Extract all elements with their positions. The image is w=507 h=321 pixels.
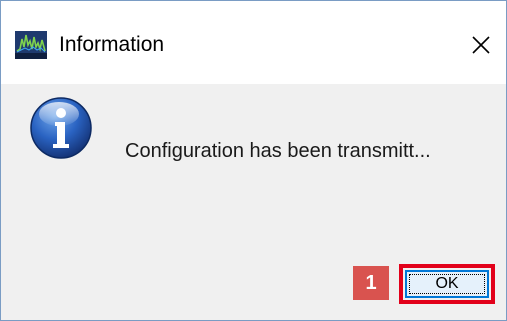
close-icon bbox=[472, 36, 490, 54]
ok-button-label: OK bbox=[435, 275, 459, 292]
dialog-body: Configuration has been transmitt... 1 OK bbox=[1, 84, 506, 320]
ok-button[interactable]: OK bbox=[405, 270, 489, 298]
title-bar: Information bbox=[1, 1, 506, 84]
close-button[interactable] bbox=[461, 25, 501, 65]
window-title: Information bbox=[59, 33, 165, 56]
info-icon bbox=[30, 97, 92, 159]
information-dialog: Information Configuration has been trans… bbox=[0, 0, 507, 321]
waveform-app-icon bbox=[15, 31, 47, 59]
step-badge: 1 bbox=[353, 266, 389, 300]
dialog-message: Configuration has been transmitt... bbox=[125, 140, 431, 162]
